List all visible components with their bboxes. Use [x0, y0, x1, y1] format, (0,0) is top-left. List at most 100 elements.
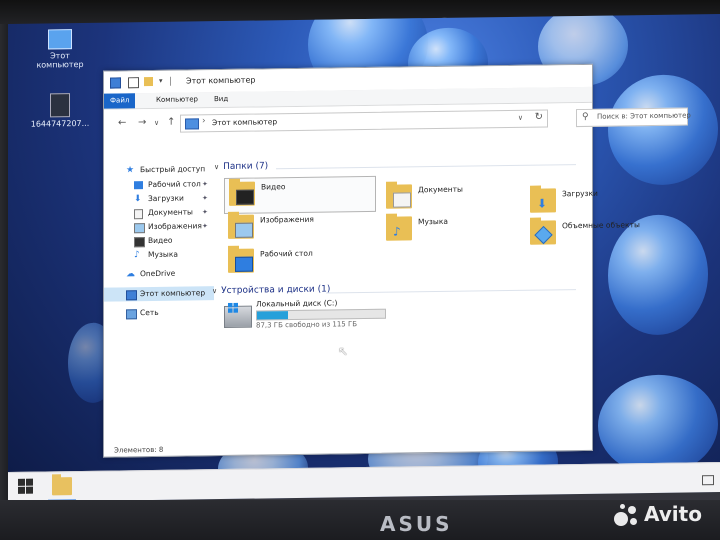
mouse-cursor-icon: ↖ — [338, 344, 349, 359]
tab-view[interactable]: Вид — [208, 92, 234, 107]
group-divider — [326, 289, 576, 294]
music-folder-icon: ♪ — [386, 216, 412, 241]
download-icon: ⬇ — [134, 194, 142, 205]
sidebar-item-quick-access[interactable]: ★ Быстрый доступ — [104, 162, 214, 178]
sidebar-item-videos[interactable]: Видео — [104, 233, 214, 249]
wallpaper-bubble — [608, 74, 718, 186]
sidebar-item-network[interactable]: Сеть — [104, 305, 214, 321]
forward-button[interactable]: → — [138, 117, 146, 128]
sidebar-item-pictures[interactable]: Изображения ✦ — [104, 219, 214, 235]
desktop-icon-label: Этот компьютер — [36, 51, 84, 70]
desktop-folder-icon — [228, 248, 254, 273]
devices-group-header[interactable]: ∨ Устройства и диски (1) — [212, 284, 330, 296]
sidebar-item-label: Изображения — [148, 221, 202, 232]
watermark-text: Avito — [644, 502, 702, 526]
windows-logo-icon — [26, 478, 33, 486]
address-bar[interactable]: › Этот компьютер ∨ ↻ — [180, 109, 548, 133]
pictures-folder-icon — [228, 214, 254, 239]
windows-logo-icon — [18, 486, 25, 494]
computer-icon — [110, 77, 121, 89]
star-icon: ★ — [126, 165, 135, 176]
computer-icon — [48, 29, 72, 50]
pin-icon: ✦ — [202, 208, 208, 217]
folder-videos[interactable]: Видео — [224, 175, 376, 214]
folder-label: Видео — [261, 182, 286, 192]
windows-logo-icon — [228, 302, 238, 313]
wallpaper-bubble — [598, 374, 718, 476]
tab-computer[interactable]: Компьютер — [150, 92, 204, 108]
refresh-button[interactable]: ↻ — [535, 112, 543, 123]
search-icon: ⚲ — [582, 111, 589, 122]
folder-label: Загрузки — [562, 188, 598, 199]
desktop-file-shortcut[interactable]: 1644747207... — [30, 93, 90, 129]
sidebar-item-label: Сеть — [140, 307, 159, 318]
computer-icon — [185, 118, 199, 130]
folder-pictures[interactable]: Изображения — [224, 210, 374, 246]
battery-icon[interactable] — [702, 475, 714, 486]
documents-folder-icon — [386, 184, 412, 209]
drive-name: Локальный диск (C:) — [256, 298, 338, 309]
sidebar-item-label: Загрузки — [148, 193, 184, 204]
sidebar-item-this-pc[interactable]: Этот компьютер — [104, 286, 214, 302]
cloud-icon: ☁ — [126, 269, 135, 280]
navigation-pane: ★ Быстрый доступ Рабочий стол ✦ ⬇ Загруз… — [104, 158, 214, 442]
search-input[interactable]: ⚲ Поиск в: Этот компьютер — [576, 107, 691, 128]
computer-icon — [126, 290, 137, 301]
pin-icon: ✦ — [202, 222, 208, 231]
network-icon — [126, 309, 137, 320]
title-separator-icon — [170, 76, 171, 86]
address-row: ← → ∨ ↑ › Этот компьютер ∨ ↻ ⚲ Поиск в: … — [104, 102, 691, 138]
windows-logo-icon — [18, 478, 25, 486]
folder-label: Рабочий стол — [260, 248, 313, 259]
address-dropdown-button[interactable]: ∨ — [518, 114, 523, 122]
file-explorer-window: ▾ Этот компьютер Файл Компьютер Вид ← → … — [103, 63, 691, 458]
back-button[interactable]: ← — [118, 117, 126, 128]
recent-locations-button[interactable]: ∨ — [154, 119, 159, 127]
taskbar-file-explorer-icon[interactable] — [52, 477, 72, 496]
folder-label: Музыка — [418, 216, 448, 227]
sidebar-item-desktop[interactable]: Рабочий стол ✦ — [104, 177, 214, 193]
window-title: Этот компьютер — [186, 75, 256, 86]
sidebar-item-documents[interactable]: Документы ✦ — [104, 205, 214, 221]
brand-logo: ASUS — [380, 512, 453, 536]
drive-usage-bar — [256, 308, 386, 321]
desktop-icon-label: 1644747207... — [30, 118, 90, 129]
up-button[interactable]: ↑ — [167, 117, 175, 128]
avito-watermark: Avito — [612, 498, 712, 532]
folders-group-header[interactable]: ∨ Папки (7) — [214, 161, 268, 172]
breadcrumb-chevron-icon: › — [202, 116, 206, 127]
sidebar-item-music[interactable]: ♪ Музыка — [104, 247, 214, 263]
sidebar-item-label: Рабочий стол — [148, 179, 201, 190]
pin-icon: ✦ — [202, 180, 208, 189]
desktop-this-pc-shortcut[interactable]: Этот компьютер — [30, 29, 90, 70]
sidebar-item-label: Документы — [148, 207, 193, 218]
chevron-down-icon: ∨ — [214, 163, 220, 172]
folder-desktop[interactable]: Рабочий стол — [224, 244, 374, 280]
tab-file[interactable]: Файл — [104, 93, 136, 109]
drive-c[interactable]: Локальный диск (C:) 87,3 ГБ свободно из … — [224, 297, 424, 336]
quick-access-toolbar-dropdown-icon[interactable]: ▾ — [159, 77, 168, 86]
folder-music[interactable]: ♪ Музыка — [382, 212, 522, 248]
image-icon — [134, 223, 145, 234]
drive-usage-fill — [257, 311, 288, 320]
folder-documents[interactable]: Документы — [382, 180, 522, 216]
sidebar-item-downloads[interactable]: ⬇ Загрузки ✦ — [104, 191, 214, 207]
music-icon: ♪ — [134, 250, 140, 261]
chevron-down-icon: ∨ — [212, 287, 218, 296]
group-divider — [276, 164, 576, 170]
properties-icon[interactable] — [128, 77, 139, 89]
sidebar-item-label: Видео — [148, 235, 173, 246]
new-folder-icon[interactable] — [144, 76, 153, 87]
folder-label: Объемные объекты — [562, 220, 640, 231]
folder-3d-objects[interactable]: Объемные объекты — [526, 216, 676, 252]
folder-downloads[interactable]: ⬇ Загрузки — [526, 184, 646, 220]
document-icon — [134, 209, 143, 220]
status-bar-item-count: Элементов: 8 — [114, 445, 164, 455]
start-button[interactable] — [18, 478, 34, 495]
group-header-label: Устройства и диски (1) — [221, 284, 331, 297]
pin-icon: ✦ — [202, 194, 208, 203]
video-icon — [134, 237, 145, 248]
sidebar-item-onedrive[interactable]: ☁ OneDrive — [104, 266, 214, 282]
sidebar-item-label: Быстрый доступ — [140, 164, 206, 175]
breadcrumb[interactable]: Этот компьютер — [212, 117, 277, 127]
